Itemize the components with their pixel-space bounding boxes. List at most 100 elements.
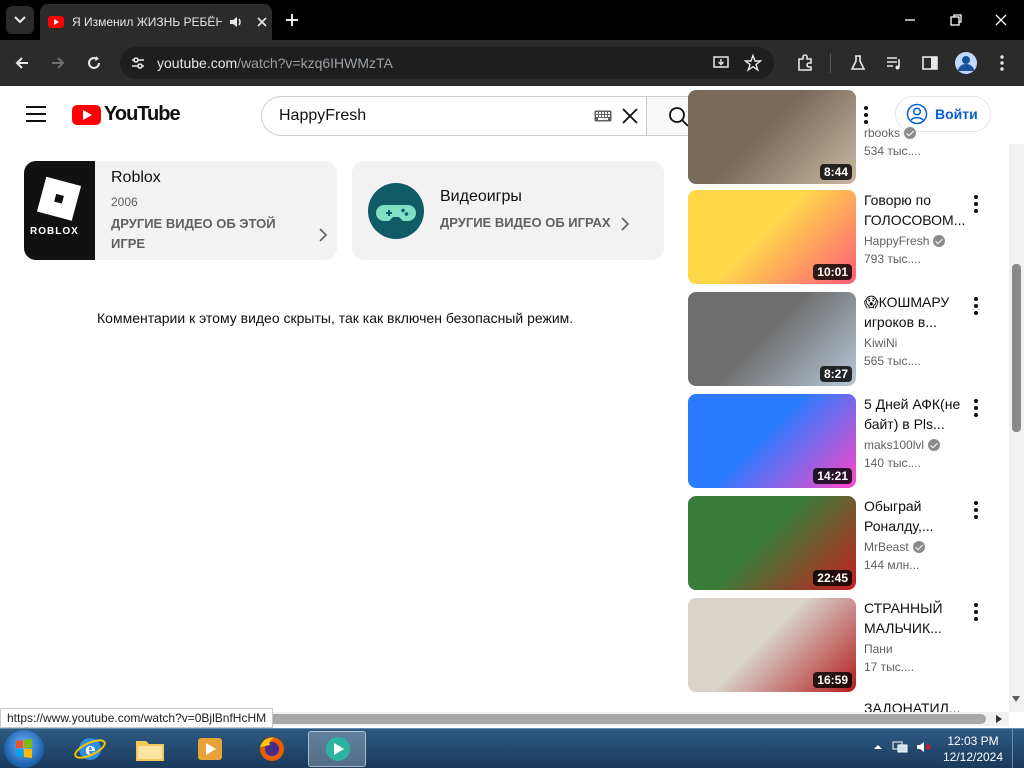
close-tab-icon[interactable] (254, 14, 270, 30)
recommended-video[interactable]: 8:27 😱КОШМАРУ игроков в... KiwiNi 565 тыс..… (688, 292, 988, 386)
video-title[interactable]: 😱КОШМАРУ игроков в... (864, 292, 968, 332)
youtube-logo[interactable]: YouTube (72, 103, 181, 126)
account-circle-icon (906, 103, 928, 125)
install-app-icon[interactable] (712, 54, 730, 72)
video-thumbnail[interactable]: 10:01 (688, 190, 856, 284)
channel-name[interactable]: KiwiNi (864, 336, 897, 350)
more-actions-icon[interactable] (971, 602, 981, 622)
side-panel-icon[interactable] (920, 53, 940, 73)
chrome-taskbar-button[interactable] (308, 731, 366, 767)
more-actions-icon[interactable] (971, 296, 981, 316)
speaker-icon[interactable] (228, 14, 244, 30)
media-controls-icon[interactable] (884, 53, 904, 73)
file-explorer-icon[interactable] (124, 731, 176, 767)
more-actions-icon[interactable] (971, 398, 981, 418)
close-window-icon[interactable] (991, 10, 1011, 30)
show-hidden-icons-icon[interactable] (870, 739, 886, 755)
recommended-video[interactable]: 8:44 rbooks 534 тыс.... (688, 90, 988, 184)
category-card-videogames[interactable]: Видеоигры ДРУГИЕ ВИДЕО ОБ ИГРАХ (352, 161, 664, 260)
video-thumbnail[interactable]: 8:44 (688, 90, 856, 184)
view-count: 534 тыс.... (864, 144, 921, 158)
youtube-favicon-icon (48, 16, 64, 28)
video-thumbnail[interactable]: 14:21 (688, 394, 856, 488)
recommended-video[interactable]: 22:45 Обыграй Роналду,... MrBeast 144 млн..… (688, 496, 988, 590)
network-icon[interactable] (892, 739, 908, 755)
bookmark-star-icon[interactable] (744, 54, 762, 72)
scroll-right-arrow-icon[interactable] (994, 714, 1004, 724)
channel-name[interactable]: HappyFresh (864, 234, 946, 248)
video-title[interactable]: СТРАННЫЙ МАЛЬЧИК... (864, 598, 968, 638)
volume-muted-icon[interactable] (916, 739, 932, 755)
youtube-play-logo-icon (72, 104, 101, 125)
site-info-icon[interactable] (129, 54, 147, 72)
firefox-icon[interactable] (246, 731, 298, 767)
channel-name[interactable]: maks100lvl (864, 438, 941, 452)
video-thumbnail[interactable]: 22:45 (688, 496, 856, 590)
roblox-tilted-square-icon (36, 176, 82, 221)
clock-time: 12:03 PM (947, 734, 999, 748)
settings-more-icon[interactable] (856, 104, 876, 126)
video-title[interactable]: 5 Дней АФК(не байт) в Pls... (864, 394, 968, 434)
reload-icon[interactable] (84, 53, 104, 73)
clear-search-icon[interactable] (620, 106, 640, 126)
more-actions-icon[interactable] (971, 194, 981, 214)
view-count: 144 млн... (864, 558, 920, 572)
video-title[interactable]: Говорю по ГОЛОСОВОМ... (864, 190, 968, 230)
minimize-icon[interactable] (900, 10, 920, 30)
vertical-scrollbar-thumb[interactable] (1012, 264, 1021, 432)
chevron-right-icon (319, 228, 328, 242)
taskbar-clock[interactable]: 12:03 PM 12/12/2024 (938, 733, 1008, 765)
next-recommendation-partial[interactable]: ЗАДОНАТИЛ... (688, 698, 988, 712)
verified-check-icon (912, 541, 925, 553)
more-videos-about-game-link[interactable]: ДРУГИЕ ВИДЕО ОБ ЭТОЙ ИГРЕ (111, 214, 301, 254)
clock-date: 12/12/2024 (942, 750, 1004, 764)
view-count: 565 тыс.... (864, 354, 921, 368)
windows-taskbar: e 12:03 PM 12/12/2024 (0, 728, 1024, 768)
show-desktop-button[interactable] (1012, 729, 1024, 768)
game-title: Roblox (111, 169, 161, 186)
video-title[interactable]: Обыграй Роналду,... (864, 496, 968, 536)
chevron-right-icon (621, 217, 630, 231)
forward-arrow-icon[interactable] (48, 53, 68, 73)
recommended-video[interactable]: 16:59 СТРАННЫЙ МАЛЬЧИК... Пани 17 тыс.... (688, 598, 988, 692)
recommended-video[interactable]: 10:01 Говорю по ГОЛОСОВОМ... HappyFresh 793… (688, 190, 988, 284)
new-tab-plus-icon[interactable] (282, 10, 302, 30)
labs-flask-icon[interactable] (848, 53, 868, 73)
tab-search-chevron-icon[interactable] (6, 6, 34, 34)
internet-explorer-icon[interactable]: e (64, 731, 116, 767)
keyboard-icon[interactable] (594, 110, 612, 122)
channel-name-text: Пани (864, 642, 893, 656)
browser-tab[interactable]: Я Изменил ЖИЗНЬ РЕБЁНКА (40, 4, 272, 40)
media-player-icon[interactable] (184, 731, 236, 767)
chrome-menu-icon[interactable] (992, 53, 1012, 73)
gamepad-icon (368, 183, 424, 239)
restore-icon[interactable] (946, 10, 966, 30)
extensions-puzzle-icon[interactable] (795, 53, 815, 73)
view-count: 793 тыс.... (864, 252, 921, 266)
more-actions-icon[interactable] (971, 500, 981, 520)
channel-name-text: HappyFresh (864, 234, 930, 248)
verified-check-icon (933, 235, 946, 247)
back-arrow-icon[interactable] (12, 53, 32, 73)
comments-hidden-notice: Комментарии к этому видео скрыты, так ка… (97, 310, 574, 326)
address-bar[interactable]: youtube.com/watch?v=kzq6IHWMzTA (120, 47, 774, 79)
profile-avatar-icon[interactable] (955, 52, 977, 74)
channel-name[interactable]: rbooks (864, 126, 917, 140)
search-icon (669, 107, 689, 127)
search-query: HappyFresh (279, 107, 367, 124)
channel-name[interactable]: Пани (864, 642, 893, 656)
channel-name-text: KiwiNi (864, 336, 898, 350)
video-thumbnail[interactable]: 8:27 (688, 292, 856, 386)
view-count: 17 тыс.... (864, 660, 915, 674)
scroll-down-arrow-icon[interactable] (1010, 692, 1022, 706)
channel-name[interactable]: MrBeast (864, 540, 925, 554)
more-videos-about-games-link[interactable]: ДРУГИЕ ВИДЕО ОБ ИГРАХ (440, 213, 611, 233)
hamburger-menu-icon[interactable] (26, 106, 46, 122)
search-input[interactable]: HappyFresh (261, 96, 647, 136)
recommended-video[interactable]: 14:21 5 Дней АФК(не байт) в Pls... maks100… (688, 394, 988, 488)
link-status-bubble: https://www.youtube.com/watch?v=0BjlBnfH… (0, 708, 274, 728)
browser-tab-strip: Я Изменил ЖИЗНЬ РЕБЁНКА (0, 0, 1024, 40)
windows-start-orb-icon[interactable] (4, 730, 44, 768)
game-card-roblox[interactable]: ROBLOX Roblox 2006 ДРУГИЕ ВИДЕО ОБ ЭТОЙ … (24, 161, 337, 260)
video-thumbnail[interactable]: 16:59 (688, 598, 856, 692)
